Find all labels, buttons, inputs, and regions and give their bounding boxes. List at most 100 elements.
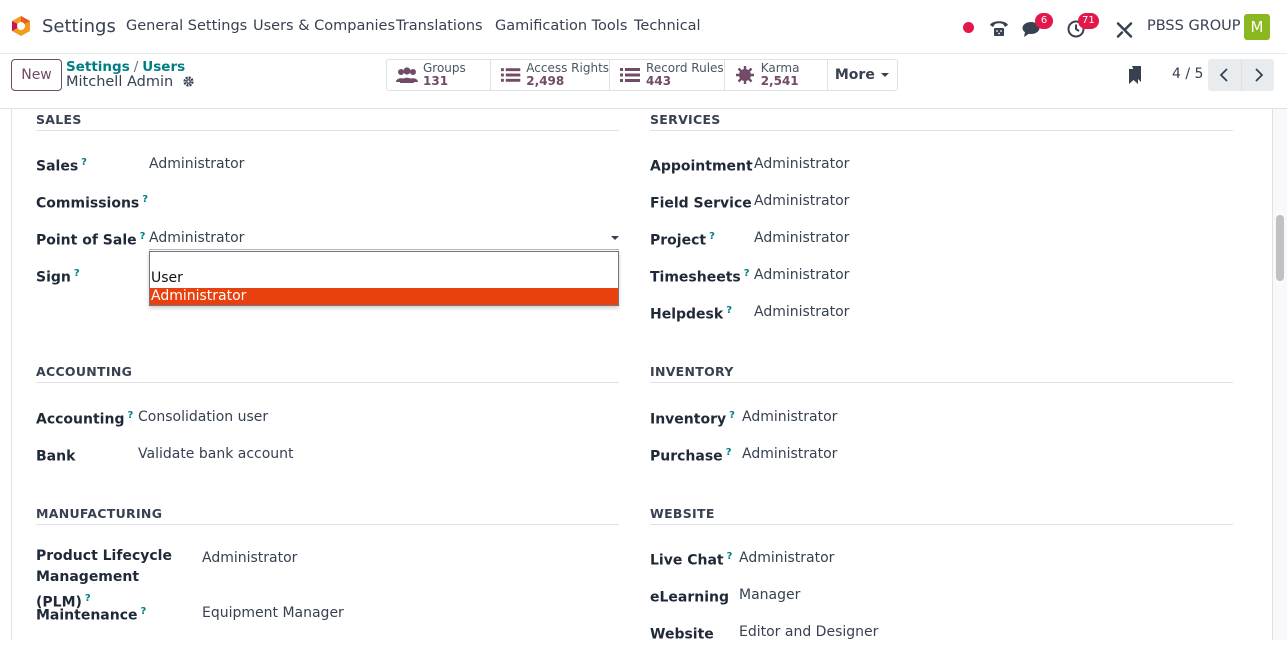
field-value-bank[interactable]: Validate bank account (138, 446, 294, 462)
chevron-right-icon (1255, 68, 1264, 82)
field-value-project[interactable]: Administrator (754, 230, 849, 246)
label-text: Live Chat (650, 552, 724, 569)
user-avatar[interactable]: M (1244, 14, 1270, 40)
label-text: Sign (36, 269, 71, 286)
label-text: Commissions (36, 195, 140, 212)
access-rights-stat-button[interactable]: Access Rights 2,498 (491, 60, 611, 90)
point-of-sale-dropdown: User Administrator (149, 251, 619, 306)
breadcrumb: Settings / Users (66, 59, 185, 75)
field-value-sales[interactable]: Administrator (149, 156, 244, 172)
help-tooltip-icon[interactable]: ? (726, 305, 732, 316)
gear-icon[interactable] (182, 75, 195, 88)
select-underline (149, 249, 619, 250)
field-value-live-chat[interactable]: Administrator (739, 550, 834, 566)
label-text: Appointment (650, 158, 753, 175)
smart-buttons-bar: Groups 131 Access Rights 2,498 Record Rule… (386, 59, 898, 91)
field-label-helpdesk: Helpdesk? (650, 300, 732, 326)
menu-gamification-tools[interactable]: Gamification Tools (495, 18, 627, 34)
field-value-field-service[interactable]: Administrator (754, 193, 849, 209)
groups-stat-value: 131 (423, 74, 449, 88)
field-label-sign: Sign? (36, 263, 80, 289)
dropdown-option-user[interactable]: User (150, 270, 618, 287)
bookmark-icon[interactable] (1128, 65, 1142, 85)
field-value-helpdesk[interactable]: Administrator (754, 304, 849, 320)
field-value-plm[interactable]: Administrator (202, 550, 297, 566)
phone-icon[interactable] (988, 17, 1010, 39)
label-text: Maintenance (36, 607, 138, 624)
odoo-logo-icon[interactable] (10, 15, 32, 37)
field-label-sales: Sales? (36, 152, 87, 178)
scrollbar-track[interactable] (1273, 109, 1287, 640)
label-text: eLearning (650, 589, 730, 606)
help-tooltip-icon[interactable]: ? (709, 231, 715, 242)
field-label-timesheets: Timesheets? (650, 263, 750, 289)
pager-value[interactable]: 4 / 5 (1172, 66, 1203, 82)
field-value-website[interactable]: Editor and Designer (739, 624, 878, 640)
control-panel: New Settings / Users Mitchell Admin Groups… (0, 54, 1287, 109)
field-value-maintenance[interactable]: Equipment Manager (202, 605, 344, 621)
menu-general-settings[interactable]: General Settings (126, 18, 247, 34)
messages-badge: 6 (1035, 13, 1053, 29)
help-tooltip-icon[interactable]: ? (744, 268, 750, 279)
help-tooltip-icon[interactable]: ? (127, 410, 133, 421)
label-text: Accounting (36, 411, 125, 428)
help-tooltip-icon[interactable]: ? (81, 157, 87, 168)
field-label-appointment: Appointment (650, 152, 756, 178)
breadcrumb-separator: / (133, 59, 139, 75)
field-value-timesheets[interactable]: Administrator (754, 267, 849, 283)
field-label-field-service: Field Service (650, 189, 755, 215)
field-label-accounting: Accounting? (36, 405, 133, 431)
help-tooltip-icon[interactable]: ? (141, 606, 147, 617)
field-label-purchase: Purchase? (650, 442, 732, 468)
help-tooltip-icon[interactable]: ? (74, 268, 80, 279)
help-tooltip-icon[interactable]: ? (727, 551, 733, 562)
field-label-inventory: Inventory? (650, 405, 735, 431)
scrollbar-thumb[interactable] (1276, 215, 1284, 281)
help-tooltip-icon[interactable]: ? (142, 194, 148, 205)
record-rules-stat-value: 443 (646, 74, 672, 88)
chevron-left-icon (1219, 68, 1228, 82)
menu-technical[interactable]: Technical (634, 18, 701, 34)
pager-previous-button[interactable] (1208, 59, 1241, 91)
field-value-inventory[interactable]: Administrator (742, 409, 837, 425)
activities-badge: 71 (1078, 13, 1099, 29)
pager-next-button[interactable] (1241, 59, 1274, 91)
help-tooltip-icon[interactable]: ? (726, 447, 732, 458)
section-title-inventory: INVENTORY (650, 364, 1233, 383)
breadcrumb-settings[interactable]: Settings (66, 59, 130, 75)
label-text: Helpdesk (650, 306, 724, 323)
field-value-elearning[interactable]: Manager (739, 587, 800, 603)
menu-users-companies[interactable]: Users & Companies (253, 18, 395, 34)
company-switcher[interactable]: PBSS GROUP (1147, 18, 1241, 34)
new-button[interactable]: New (11, 59, 62, 91)
field-value-appointment[interactable]: Administrator (754, 156, 849, 172)
field-label-commissions: Commissions? (36, 189, 148, 215)
dropdown-option-administrator[interactable]: Administrator (150, 288, 618, 305)
label-text: Field Service (650, 195, 752, 212)
record-title: Mitchell Admin (66, 74, 174, 90)
field-label-project: Project? (650, 226, 715, 252)
users-icon (396, 67, 418, 83)
label-text: Inventory (650, 411, 727, 428)
help-tooltip-icon[interactable]: ? (140, 231, 146, 242)
select-caret-icon[interactable] (611, 236, 619, 240)
menu-translations[interactable]: Translations (396, 18, 483, 34)
top-navbar: Settings General Settings Users & Compan… (0, 0, 1287, 54)
field-value-purchase[interactable]: Administrator (742, 446, 837, 462)
field-label-live-chat: Live Chat? (650, 546, 732, 572)
dropdown-option-empty[interactable] (150, 252, 618, 269)
label-text: Purchase (650, 448, 723, 465)
field-value-accounting[interactable]: Consolidation user (138, 409, 268, 425)
label-text: Project (650, 232, 707, 249)
help-tooltip-icon[interactable]: ? (729, 410, 735, 421)
recording-dot-icon[interactable] (962, 21, 975, 43)
label-text: Bank (36, 448, 76, 465)
breadcrumb-users[interactable]: Users (142, 59, 185, 75)
record-rules-stat-button[interactable]: Record Rules 443 (610, 60, 725, 90)
debug-tools-icon[interactable] (1116, 19, 1133, 41)
app-name[interactable]: Settings (42, 16, 116, 37)
karma-stat-button[interactable]: Karma 2,541 (725, 60, 828, 90)
groups-stat-button[interactable]: Groups 131 (387, 60, 492, 90)
more-button[interactable]: More (828, 60, 897, 90)
point-of-sale-select[interactable]: Administrator (149, 230, 244, 246)
